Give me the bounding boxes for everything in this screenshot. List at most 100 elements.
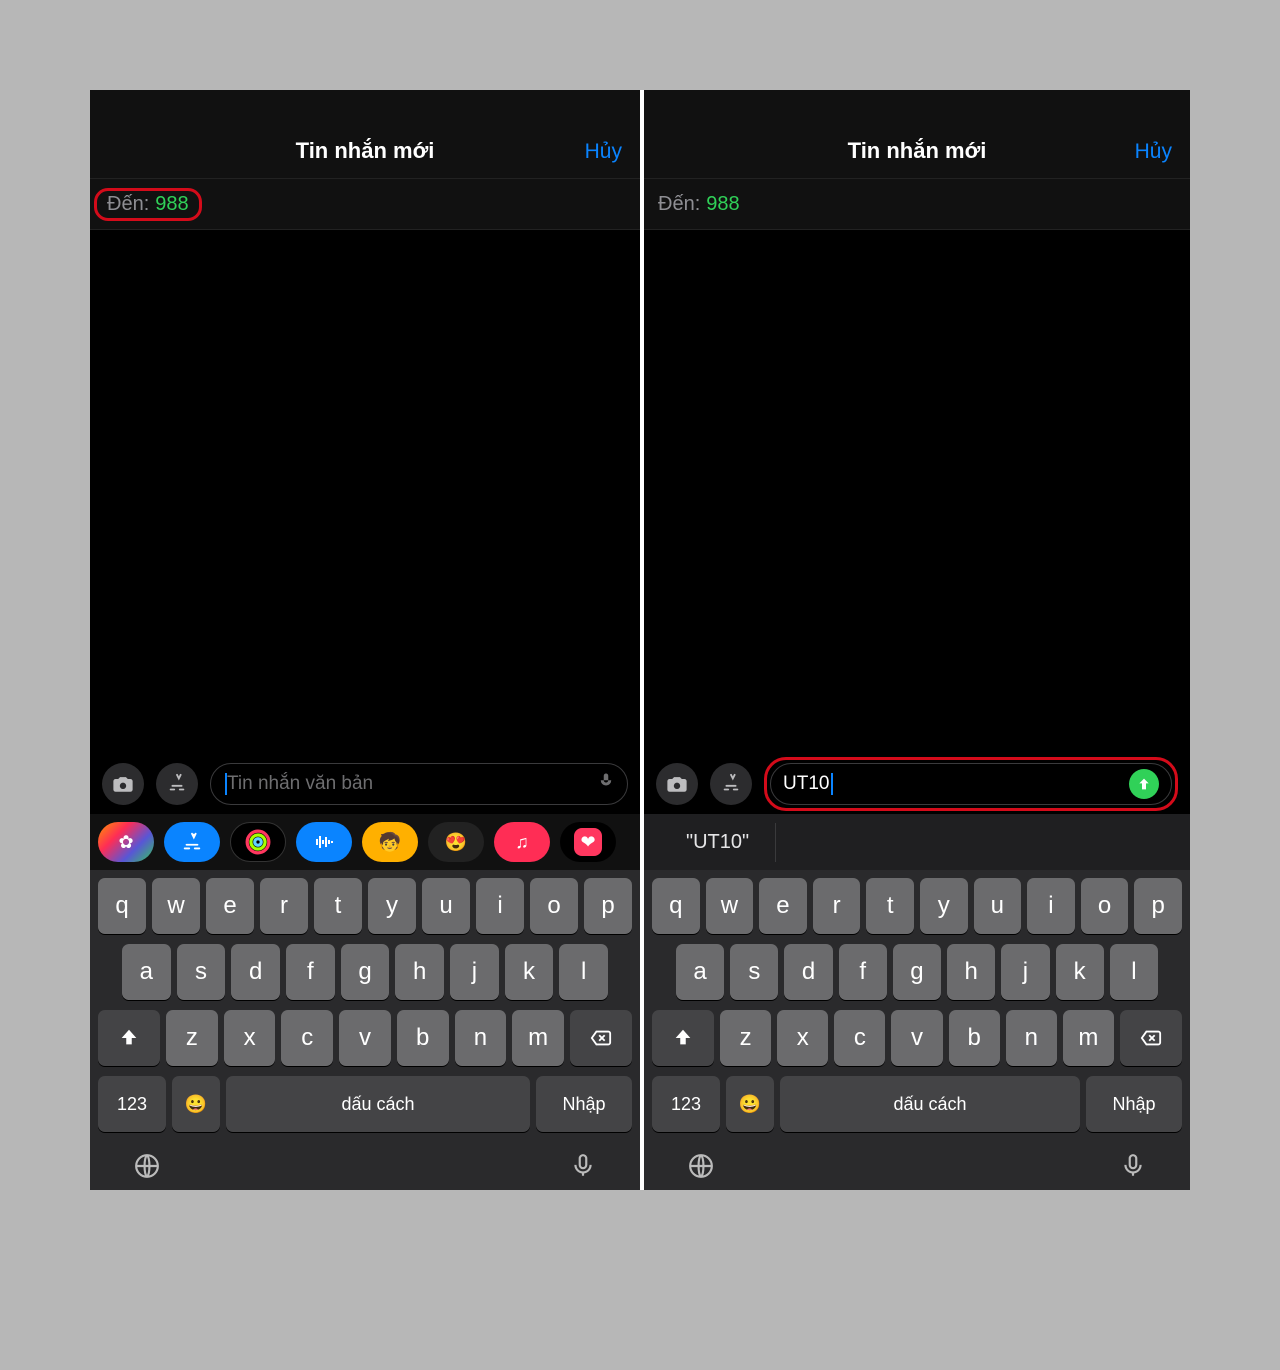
key-l[interactable]: l (559, 944, 608, 1000)
app-heart[interactable]: ❤ (560, 822, 616, 862)
key-p[interactable]: p (1134, 878, 1182, 934)
key-u[interactable]: u (974, 878, 1022, 934)
key-row-2: asdfghjkl (648, 944, 1186, 1000)
dictation-button[interactable] (597, 770, 615, 798)
key-u[interactable]: u (422, 878, 470, 934)
send-button[interactable] (1129, 769, 1159, 799)
return-key[interactable]: Nhập (536, 1076, 632, 1132)
key-b[interactable]: b (949, 1010, 1000, 1066)
numbers-key[interactable]: 123 (652, 1076, 720, 1132)
quicktype-row: "UT10" (644, 814, 1190, 870)
key-x[interactable]: x (777, 1010, 828, 1066)
numbers-key[interactable]: 123 (98, 1076, 166, 1132)
message-input[interactable]: UT10 (770, 763, 1172, 805)
key-e[interactable]: e (759, 878, 807, 934)
key-b[interactable]: b (397, 1010, 449, 1066)
emoji-key[interactable]: 😀 (172, 1076, 220, 1132)
mic-icon[interactable] (1120, 1153, 1146, 1179)
key-s[interactable]: s (730, 944, 778, 1000)
key-c[interactable]: c (834, 1010, 885, 1066)
key-o[interactable]: o (530, 878, 578, 934)
key-d[interactable]: d (784, 944, 832, 1000)
space-key[interactable]: dấu cách (780, 1076, 1080, 1132)
key-a[interactable]: a (122, 944, 171, 1000)
key-v[interactable]: v (339, 1010, 391, 1066)
message-input[interactable]: Tin nhắn văn bản (210, 763, 628, 805)
return-key[interactable]: Nhập (1086, 1076, 1182, 1132)
key-z[interactable]: z (720, 1010, 771, 1066)
key-k[interactable]: k (505, 944, 554, 1000)
app-photos[interactable]: ✿ (98, 822, 154, 862)
keyboard: qwertyuiop asdfghjkl zxcvbnm 123 😀 dấu c… (90, 870, 640, 1190)
shift-key[interactable] (652, 1010, 714, 1066)
app-appstore[interactable] (164, 822, 220, 862)
key-i[interactable]: i (476, 878, 524, 934)
key-s[interactable]: s (177, 944, 226, 1000)
key-h[interactable]: h (395, 944, 444, 1000)
key-r[interactable]: r (260, 878, 308, 934)
text-caret (831, 773, 833, 795)
key-v[interactable]: v (891, 1010, 942, 1066)
key-g[interactable]: g (341, 944, 390, 1000)
key-h[interactable]: h (947, 944, 995, 1000)
app-strip[interactable]: ✿ 🧒 😍 ♫ ❤ (90, 814, 640, 870)
emoji-key[interactable]: 😀 (726, 1076, 774, 1132)
space-key[interactable]: dấu cách (226, 1076, 530, 1132)
key-w[interactable]: w (706, 878, 754, 934)
key-j[interactable]: j (450, 944, 499, 1000)
key-t[interactable]: t (866, 878, 914, 934)
key-y[interactable]: y (920, 878, 968, 934)
app-voice[interactable] (296, 822, 352, 862)
highlight-recipient: Đến: 988 (94, 188, 202, 221)
key-l[interactable]: l (1110, 944, 1158, 1000)
appstore-button[interactable] (156, 763, 198, 805)
camera-button[interactable] (656, 763, 698, 805)
cancel-button[interactable]: Hủy (1135, 140, 1172, 164)
key-t[interactable]: t (314, 878, 362, 934)
backspace-key[interactable] (570, 1010, 632, 1066)
key-x[interactable]: x (224, 1010, 276, 1066)
key-m[interactable]: m (1063, 1010, 1114, 1066)
appstore-button[interactable] (710, 763, 752, 805)
phone-left: Tin nhắn mới Hủy Đến: 988 Tin nhắn văn b… (90, 90, 640, 1190)
key-w[interactable]: w (152, 878, 200, 934)
key-z[interactable]: z (166, 1010, 218, 1066)
camera-button[interactable] (102, 763, 144, 805)
key-f[interactable]: f (286, 944, 335, 1000)
key-n[interactable]: n (455, 1010, 507, 1066)
key-q[interactable]: q (652, 878, 700, 934)
key-j[interactable]: j (1001, 944, 1049, 1000)
app-memoji-1[interactable]: 🧒 (362, 822, 418, 862)
key-i[interactable]: i (1027, 878, 1075, 934)
key-k[interactable]: k (1056, 944, 1104, 1000)
mic-icon (597, 770, 615, 792)
globe-icon[interactable] (688, 1153, 714, 1179)
key-q[interactable]: q (98, 878, 146, 934)
key-a[interactable]: a (676, 944, 724, 1000)
key-n[interactable]: n (1006, 1010, 1057, 1066)
key-y[interactable]: y (368, 878, 416, 934)
navbar: Tin nhắn mới Hủy (90, 90, 640, 178)
shift-key[interactable] (98, 1010, 160, 1066)
key-p[interactable]: p (584, 878, 632, 934)
to-value: 988 (155, 193, 188, 216)
app-memoji-2[interactable]: 😍 (428, 822, 484, 862)
key-o[interactable]: o (1081, 878, 1129, 934)
key-g[interactable]: g (893, 944, 941, 1000)
suggestion-1[interactable]: "UT10" (660, 823, 776, 862)
backspace-key[interactable] (1120, 1010, 1182, 1066)
app-music[interactable]: ♫ (494, 822, 550, 862)
key-r[interactable]: r (813, 878, 861, 934)
key-f[interactable]: f (839, 944, 887, 1000)
mic-icon[interactable] (570, 1153, 596, 1179)
globe-icon[interactable] (134, 1153, 160, 1179)
key-c[interactable]: c (281, 1010, 333, 1066)
cancel-button[interactable]: Hủy (585, 140, 622, 164)
recipient-row[interactable]: Đến: 988 (90, 178, 640, 230)
key-e[interactable]: e (206, 878, 254, 934)
recipient-row[interactable]: Đến: 988 (644, 178, 1190, 230)
compose-bar: UT10 (644, 754, 1190, 814)
app-fitness[interactable] (230, 822, 286, 862)
key-d[interactable]: d (231, 944, 280, 1000)
key-m[interactable]: m (512, 1010, 564, 1066)
